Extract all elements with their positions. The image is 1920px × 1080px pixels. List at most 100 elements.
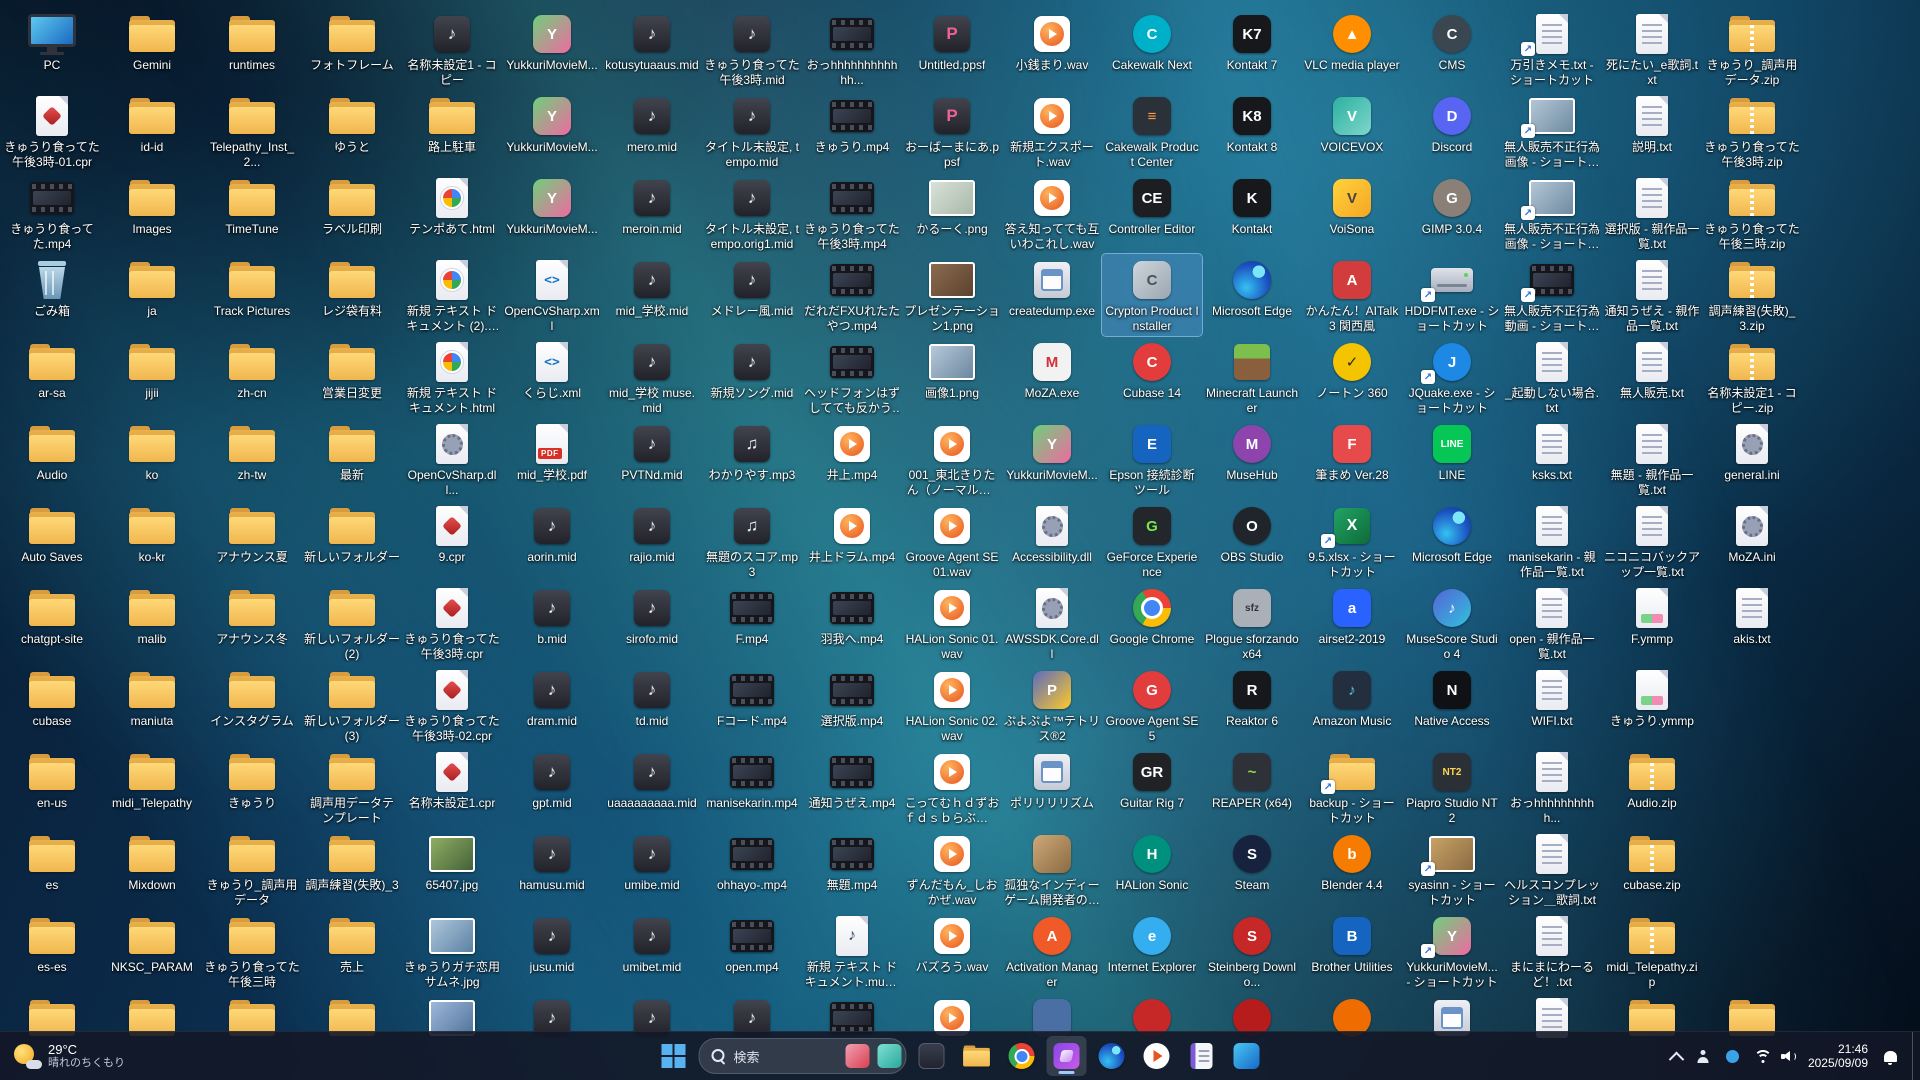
desktop-icon[interactable]: AWSSDK.Core.dll	[1002, 582, 1102, 664]
desktop-icon[interactable]: 調声練習(失敗)_3	[302, 828, 402, 910]
desktop-icon[interactable]: R Reaktor 6	[1202, 664, 1302, 746]
desktop-icon[interactable]: ♪ きゅうり食ってた午後3時.mid	[702, 8, 802, 90]
desktop-icon[interactable]: D Discord	[1402, 90, 1502, 172]
desktop-icon[interactable]: ↗ 万引きメモ.txt - ショートカット	[1502, 8, 1602, 90]
desktop-icon[interactable]: まにまにわーるど！.txt	[1502, 910, 1602, 992]
desktop-icon[interactable]: b Blender 4.4	[1302, 828, 1402, 910]
desktop-icon[interactable]: 通知うぜえ.mp4	[802, 746, 902, 828]
desktop-icon[interactable]: ごみ箱	[2, 254, 102, 336]
desktop-icon[interactable]: きゅうり_調声用データ	[202, 828, 302, 910]
desktop-icon[interactable]: 路上駐車	[402, 90, 502, 172]
desktop-icon[interactable]: 営業日変更	[302, 336, 402, 418]
desktop-icon[interactable]: Fコード.mp4	[702, 664, 802, 746]
notification-bell-icon[interactable]	[1880, 1046, 1900, 1066]
desktop-icon[interactable]: ♪ sirofo.mid	[602, 582, 702, 664]
desktop-icon[interactable]: きゅうり食ってた.mp4	[2, 172, 102, 254]
desktop-icon[interactable]: Accessibility.dll	[1002, 500, 1102, 582]
desktop-icon[interactable]: おっhhhhhhhhhhhh...	[802, 8, 902, 90]
desktop-icon[interactable]: ♫ わかりやす.mp3	[702, 418, 802, 500]
desktop-icon[interactable]: ja	[102, 254, 202, 336]
taskbar-icon-active-app[interactable]	[1046, 1036, 1087, 1076]
tray-app-icon-2[interactable]	[1724, 1047, 1742, 1065]
desktop-icon[interactable]: Y YukkuriMovieM...	[502, 8, 602, 90]
desktop-icon[interactable]: OpenCvSharp.dll...	[402, 418, 502, 500]
desktop-icon[interactable]: manisekarin.mp4	[702, 746, 802, 828]
desktop-icon[interactable]: だれだFXUれたたやつ.mp4	[802, 254, 902, 336]
desktop-icon[interactable]: ♪ rajio.mid	[602, 500, 702, 582]
desktop-icon[interactable]: 新規 テキスト ドキュメント.html	[402, 336, 502, 418]
desktop-icon[interactable]: Microsoft Edge	[1402, 500, 1502, 582]
desktop-icon[interactable]: 死にたい_e歌詞.txt	[1602, 8, 1702, 90]
desktop-icon[interactable]: きゅうり食ってた午後3時.zip	[1702, 90, 1802, 172]
desktop-icon[interactable]: ar-sa	[2, 336, 102, 418]
desktop-icon[interactable]: H HALion Sonic	[1102, 828, 1202, 910]
desktop-icon[interactable]: ニコニコバックアップ一覧.txt	[1602, 500, 1702, 582]
desktop-icon[interactable]: G Groove Agent SE 5	[1102, 664, 1202, 746]
desktop-icon[interactable]: ♪ メドレー風.mid	[702, 254, 802, 336]
desktop-icon[interactable]: zh-cn	[202, 336, 302, 418]
desktop-icon[interactable]: X ↗ 9.5.xlsx - ショートカット	[1302, 500, 1402, 582]
desktop-icon[interactable]: F.ymmp	[1602, 582, 1702, 664]
desktop-icon[interactable]: S Steinberg Downlo...	[1202, 910, 1302, 992]
desktop-icon[interactable]: G GeForce Experience	[1102, 500, 1202, 582]
desktop-icon[interactable]: F.mp4	[702, 582, 802, 664]
desktop-icon[interactable]: open - 親作品一覧.txt	[1502, 582, 1602, 664]
desktop-icon[interactable]: かるーく.png	[902, 172, 1002, 254]
desktop-icon[interactable]: 孤独なインディーゲーム開発者の一生 ...	[1002, 828, 1102, 910]
desktop-icon[interactable]: 新規エクスポート.wav	[1002, 90, 1102, 172]
desktop-icon[interactable]: A Activation Manager	[1002, 910, 1102, 992]
desktop-icon[interactable]: 選択版 - 親作品一覧.txt	[1602, 172, 1702, 254]
desktop-icon[interactable]: es	[2, 828, 102, 910]
desktop-icon[interactable]: MoZA.ini	[1702, 500, 1802, 582]
desktop-icon[interactable]: N Native Access	[1402, 664, 1502, 746]
desktop-icon[interactable]: 答え知ってても互いわこれし.wav	[1002, 172, 1102, 254]
desktop-icon[interactable]: es-es	[2, 910, 102, 992]
desktop-icon[interactable]: ♪ umibet.mid	[602, 910, 702, 992]
desktop-icon[interactable]: きゅうり食ってた午後3時.cpr	[402, 582, 502, 664]
desktop-icon[interactable]: ↗ backup - ショートカット	[1302, 746, 1402, 828]
desktop-icon[interactable]: プレゼンテーション1.png	[902, 254, 1002, 336]
desktop-icon[interactable]: C Cakewalk Next	[1102, 8, 1202, 90]
desktop-icon[interactable]: cubase	[2, 664, 102, 746]
desktop-icon[interactable]: ♪ aorin.mid	[502, 500, 602, 582]
desktop-icon[interactable]: Telepathy_Inst_2...	[202, 90, 302, 172]
desktop-icon[interactable]: A かんたん！AITalk 3 関西風	[1302, 254, 1402, 336]
desktop-icon[interactable]: K8 Kontakt 8	[1202, 90, 1302, 172]
desktop-icon[interactable]: ≡ Cakewalk Product Center	[1102, 90, 1202, 172]
desktop-icon[interactable]: Y YukkuriMovieM...	[502, 172, 602, 254]
desktop-icon[interactable]: ↗ 無人販売不正行為 画像 - ショートカッ...	[1502, 90, 1602, 172]
taskbar-icon-notes[interactable]	[1182, 1036, 1222, 1076]
desktop-icon[interactable]: E Epson 接続診断ツール	[1102, 418, 1202, 500]
desktop-icon[interactable]: ♪ umibe.mid	[602, 828, 702, 910]
desktop-icon[interactable]: ♪ td.mid	[602, 664, 702, 746]
desktop-icon[interactable]: 新しいフォルダー (2)	[302, 582, 402, 664]
desktop-icon[interactable]: a airset2-2019	[1302, 582, 1402, 664]
desktop-icon[interactable]: 画像1.png	[902, 336, 1002, 418]
desktop-icon[interactable]: ♪ タイトル未設定, tempo.mid	[702, 90, 802, 172]
desktop-icon[interactable]: WIFI.txt	[1502, 664, 1602, 746]
desktop-icon[interactable]: NT2 Piapro Studio NT2	[1402, 746, 1502, 828]
desktop-icon[interactable]: ko	[102, 418, 202, 500]
desktop-icon[interactable]: ラベル印刷	[302, 172, 402, 254]
desktop-icon[interactable]: C CMS	[1402, 8, 1502, 90]
desktop-icon[interactable]: GR Guitar Rig 7	[1102, 746, 1202, 828]
desktop-icon[interactable]: G GIMP 3.0.4	[1402, 172, 1502, 254]
desktop-icon[interactable]: TimeTune	[202, 172, 302, 254]
desktop-icon[interactable]: B Brother Utilities	[1302, 910, 1402, 992]
desktop-icon[interactable]: Track Pictures	[202, 254, 302, 336]
desktop-icon[interactable]: ↗ syasinn - ショートカット	[1402, 828, 1502, 910]
desktop-icon[interactable]: 001_東北きりたん（ノーマル）_今しゃ...	[902, 418, 1002, 500]
desktop-icon[interactable]: ♪ PVTNd.mid	[602, 418, 702, 500]
desktop-icon[interactable]: K7 Kontakt 7	[1202, 8, 1302, 90]
desktop-icon[interactable]: Microsoft Edge	[1202, 254, 1302, 336]
desktop-icon[interactable]: HALion Sonic 01.wav	[902, 582, 1002, 664]
desktop-icon[interactable]: 無題 - 親作品一覧.txt	[1602, 418, 1702, 500]
desktop-icon[interactable]: アナウンス夏	[202, 500, 302, 582]
desktop-icon[interactable]: きゅうり_調声用データ.zip	[1702, 8, 1802, 90]
desktop-icon[interactable]: ▲ VLC media player	[1302, 8, 1402, 90]
desktop-icon[interactable]: C Cubase 14	[1102, 336, 1202, 418]
desktop-icon[interactable]: 調声練習(失敗)_3.zip	[1702, 254, 1802, 336]
desktop-icon[interactable]: 売上	[302, 910, 402, 992]
desktop-icon[interactable]: きゅうり	[202, 746, 302, 828]
desktop-icon[interactable]: 調声用データテンプレート	[302, 746, 402, 828]
